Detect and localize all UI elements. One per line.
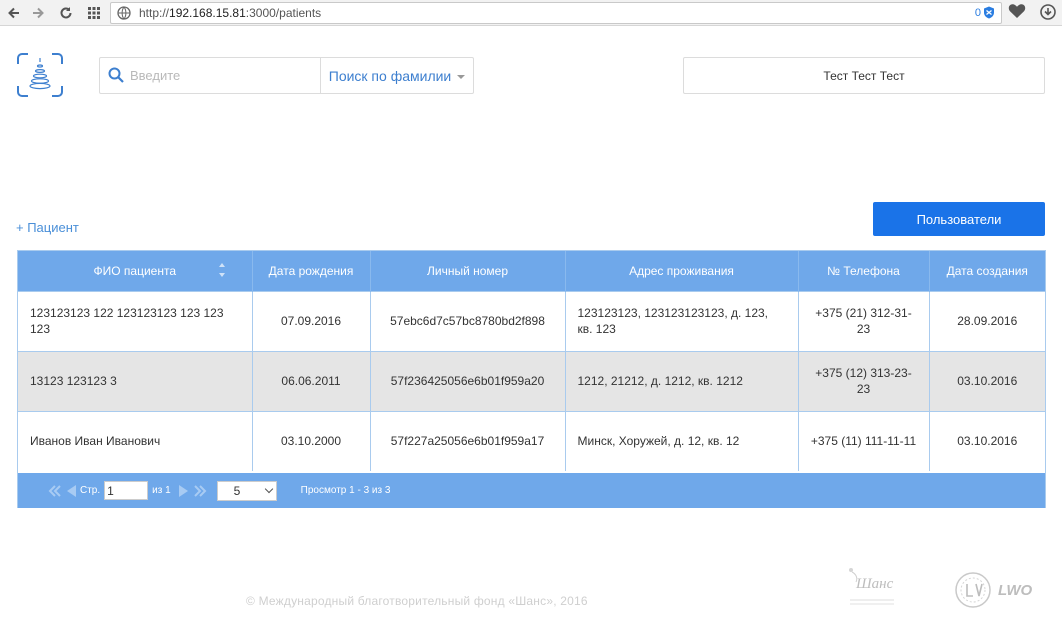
lwo-emblem-icon <box>955 572 991 608</box>
app-logo[interactable] <box>16 52 64 98</box>
chance-logo: Шанс <box>842 566 902 610</box>
cell-created: 03.10.2016 <box>929 410 1045 471</box>
add-patient-link[interactable]: + Пациент <box>16 220 79 235</box>
prev-page-icon[interactable] <box>64 484 78 498</box>
page-size-select[interactable]: 5 <box>216 480 277 501</box>
table-row[interactable]: 123123123 122 123123123 123 123 123 07.0… <box>18 290 1045 351</box>
cell-address: Минск, Хоружей, д. 12, кв. 12 <box>565 410 799 471</box>
search-input-wrap <box>100 58 321 93</box>
records-info: Просмотр 1 - 3 из 3 <box>300 485 391 496</box>
column-header-address[interactable]: Адрес проживания <box>565 251 799 291</box>
cell-birthdate: 06.06.2011 <box>252 350 371 411</box>
users-button[interactable]: Пользователи <box>873 202 1045 236</box>
next-page-icon[interactable] <box>177 484 191 498</box>
url-text: http://192.168.15.81:3000/patients <box>139 6 321 20</box>
cell-phone: +375 (12) 313-23-23 <box>798 350 930 411</box>
page-size-value: 5 <box>233 483 241 498</box>
cell-phone: +375 (11) 111-11-11 <box>798 410 930 471</box>
apps-grid-icon[interactable] <box>84 3 104 23</box>
cell-created: 28.09.2016 <box>929 290 1045 351</box>
url-path: :3000/patients <box>245 6 322 20</box>
patients-table: ФИО пациента Дата рождения Личный номер … <box>17 250 1046 508</box>
badge-count: 0 <box>974 6 981 19</box>
cell-address: 123123123, 123123123123, д. 123, кв. 123 <box>565 290 799 351</box>
back-icon[interactable] <box>4 3 24 23</box>
search-bar: Поиск по фамилии <box>99 57 474 94</box>
download-icon[interactable] <box>1040 4 1056 25</box>
cell-birthdate: 03.10.2000 <box>252 410 371 471</box>
cell-name: 123123123 122 123123123 123 123 123 <box>18 290 253 351</box>
current-user-name: Тест Тест Тест <box>823 68 905 83</box>
first-page-icon[interactable] <box>48 484 62 497</box>
footer-copyright: © Международный благотворительный фонд «… <box>246 594 588 608</box>
cell-address: 1212, 21212, д. 1212, кв. 1212 <box>565 350 799 411</box>
column-header-label: ФИО пациента <box>93 263 177 278</box>
forward-icon[interactable] <box>28 3 48 23</box>
address-bar[interactable]: http://192.168.15.81:3000/patients 0 <box>110 2 1002 24</box>
cell-birthdate: 07.09.2016 <box>252 290 371 351</box>
cell-name: 13123 123123 3 <box>18 350 253 411</box>
last-page-icon[interactable] <box>193 484 207 497</box>
cell-name: Иванов Иван Иванович <box>18 410 253 471</box>
url-protocol: http:// <box>139 6 170 20</box>
url-host: 192.168.15.81 <box>169 6 246 20</box>
pagination-bar: Стр. из 1 5 Просмотр 1 - 3 из 3 <box>18 473 1045 508</box>
lwo-logo-text: LWO <box>998 581 1033 599</box>
chance-logo-text: Шанс <box>856 576 894 592</box>
page-number-input[interactable] <box>104 481 149 500</box>
page-label: Стр. <box>80 485 101 496</box>
search-input[interactable] <box>130 58 315 93</box>
reload-icon[interactable] <box>56 3 76 23</box>
globe-icon <box>117 6 131 25</box>
extension-badge[interactable]: 0 <box>975 6 995 19</box>
search-mode-label: Поиск по фамилии <box>328 67 452 84</box>
lwo-logo: LWO <box>954 570 1044 610</box>
column-header-phone[interactable]: № Телефона <box>798 251 930 291</box>
table-row[interactable]: 13123 123123 3 06.06.2011 57f236425056e6… <box>18 350 1045 411</box>
chevron-down-icon <box>457 74 466 79</box>
column-header-name[interactable]: ФИО пациента <box>18 251 253 291</box>
shield-icon <box>984 6 994 19</box>
cell-personal-number: 57ebc6d7c57bc8780bd2f898 <box>370 290 566 351</box>
page-total-label: из 1 <box>152 485 171 496</box>
column-header-birthdate[interactable]: Дата рождения <box>252 251 371 291</box>
heart-icon[interactable] <box>1008 3 1026 24</box>
table-header-row: ФИО пациента Дата рождения Личный номер … <box>18 251 1045 291</box>
column-header-personal-number[interactable]: Личный номер <box>370 251 566 291</box>
column-header-created[interactable]: Дата создания <box>929 251 1045 291</box>
search-icon <box>108 67 124 88</box>
sort-icon[interactable] <box>218 262 226 281</box>
chevron-down-icon <box>264 484 273 494</box>
cell-created: 03.10.2016 <box>929 350 1045 411</box>
search-mode-dropdown[interactable]: Поиск по фамилии <box>321 58 473 93</box>
cell-personal-number: 57f236425056e6b01f959a20 <box>370 350 566 411</box>
table-row[interactable]: Иванов Иван Иванович 03.10.2000 57f227a2… <box>18 410 1045 471</box>
cell-personal-number: 57f227a25056e6b01f959a17 <box>370 410 566 471</box>
browser-toolbar: http://192.168.15.81:3000/patients 0 <box>0 0 1062 26</box>
current-user-button[interactable]: Тест Тест Тест <box>683 57 1045 94</box>
cell-phone: +375 (21) 312-31-23 <box>798 290 930 351</box>
